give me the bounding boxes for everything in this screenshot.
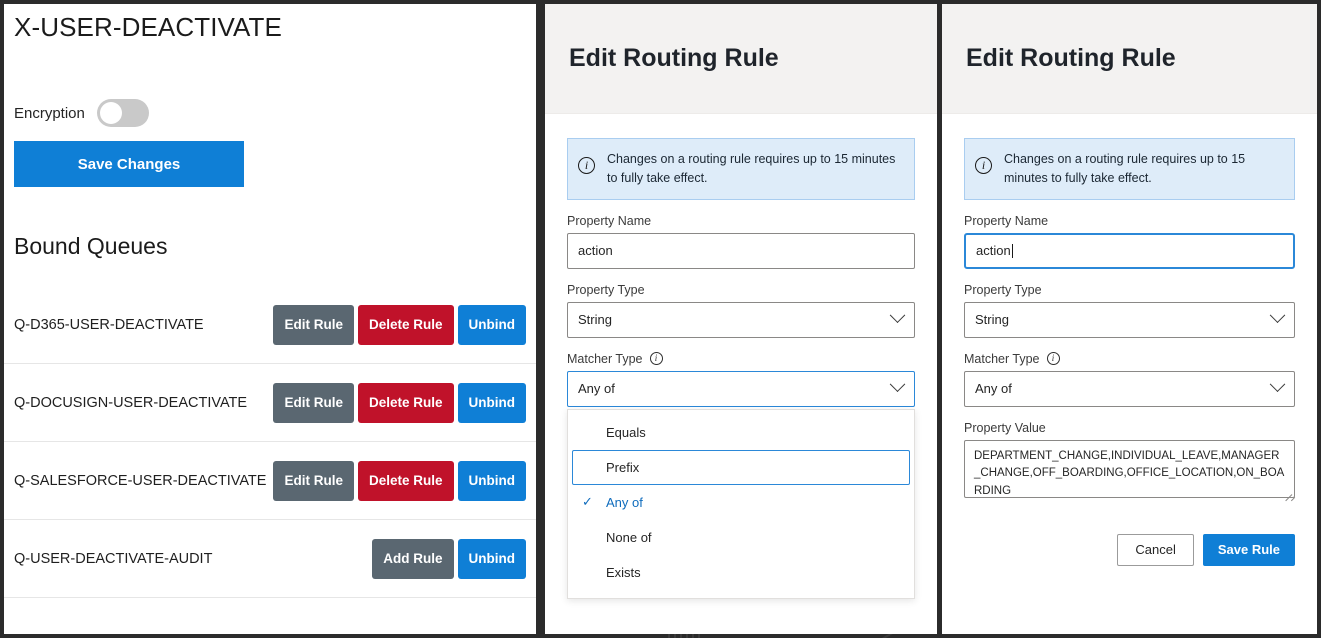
check-icon: ✓ [582, 494, 593, 509]
cancel-button[interactable]: Cancel [1117, 533, 1194, 566]
property-value-textarea[interactable]: DEPARTMENT_CHANGE,INDIVIDUAL_LEAVE,MANAG… [964, 439, 1295, 498]
dropdown-option-prefix[interactable]: ✓ Prefix [572, 449, 910, 485]
row-actions: Edit Rule Delete Rule Unbind [273, 304, 526, 345]
property-type-value: String [975, 312, 1009, 327]
matcher-type-value: Any of [578, 381, 615, 396]
encryption-setting-row: Encryption [4, 99, 536, 127]
property-value-label: Property Value [964, 420, 1046, 435]
dropdown-option-label: None of [606, 529, 652, 545]
dropdown-option-exists[interactable]: ✓ Exists [572, 555, 910, 590]
matcher-type-select[interactable]: Any of [964, 370, 1295, 407]
property-value-wrapper: DEPARTMENT_CHANGE,INDIVIDUAL_LEAVE,MANAG… [964, 439, 1295, 498]
info-banner: i Changes on a routing rule requires up … [567, 138, 915, 200]
dialog-body: i Changes on a routing rule requires up … [942, 114, 1317, 634]
info-circle-icon[interactable]: i [1046, 352, 1060, 365]
matcher-type-label: Matcher Type i [567, 352, 915, 366]
queue-name: Q-USER-DEACTIVATE-AUDIT [14, 550, 213, 567]
unbind-button[interactable]: Unbind [457, 382, 526, 423]
property-name-label: Property Name [567, 213, 652, 228]
table-row: Q-DOCUSIGN-USER-DEACTIVATE Edit Rule Del… [4, 364, 536, 442]
dropdown-option-none-of[interactable]: ✓ None of [572, 520, 910, 555]
save-rule-button[interactable]: Save Rule [1202, 533, 1295, 566]
text-cursor [1011, 243, 1013, 258]
dialog-title: Edit Routing Rule [966, 44, 1176, 72]
matcher-type-label-text: Matcher Type [567, 351, 643, 366]
chevron-down-icon [889, 307, 906, 324]
property-name-input[interactable]: action [964, 232, 1295, 269]
unbind-button[interactable]: Unbind [457, 538, 526, 579]
table-row: Q-USER-DEACTIVATE-AUDIT Add Rule Unbind [4, 520, 536, 598]
chevron-down-icon [889, 376, 906, 393]
info-banner-text: Changes on a routing rule requires up to… [607, 152, 896, 185]
delete-rule-button[interactable]: Delete Rule [357, 382, 454, 423]
dropdown-option-label: Prefix [606, 459, 640, 475]
chevron-down-icon [1269, 376, 1286, 393]
property-type-select[interactable]: String [567, 301, 915, 338]
unbind-button[interactable]: Unbind [457, 304, 526, 345]
add-rule-button[interactable]: Add Rule [372, 538, 454, 579]
row-actions: Edit Rule Delete Rule Unbind [273, 382, 526, 423]
edit-rule-button[interactable]: Edit Rule [273, 460, 354, 501]
exchange-detail-panel: X-USER-DEACTIVATE Encryption Save Change… [4, 4, 536, 634]
save-changes-button[interactable]: Save Changes [14, 141, 244, 187]
row-actions: Add Rule Unbind [372, 538, 526, 579]
queue-name: Q-D365-USER-DEACTIVATE [14, 316, 204, 333]
row-actions: Edit Rule Delete Rule Unbind [273, 460, 526, 501]
property-type-select[interactable]: String [964, 301, 1295, 338]
queue-name: Q-SALESFORCE-USER-DEACTIVATE [14, 472, 267, 489]
table-row: Q-D365-USER-DEACTIVATE Edit Rule Delete … [4, 286, 536, 364]
matcher-type-label: Matcher Type i [964, 352, 1295, 366]
matcher-type-value: Any of [975, 381, 1012, 396]
page-title: X-USER-DEACTIVATE [14, 12, 282, 42]
dropdown-option-label: Equals [606, 424, 646, 440]
dropdown-option-any-of[interactable]: ✓ Any of [572, 485, 910, 520]
matcher-type-dropdown-list: ✓ Equals ✓ Prefix ✓ Any of ✓ None of ✓ [567, 408, 915, 599]
encryption-label: Encryption [14, 104, 85, 122]
chevron-down-icon [1269, 307, 1286, 324]
queue-name: Q-DOCUSIGN-USER-DEACTIVATE [14, 394, 248, 411]
info-circle-icon: i [975, 157, 992, 174]
property-name-value: action [976, 243, 1011, 258]
bound-queues-heading: Bound Queues [14, 233, 168, 259]
property-type-value: String [578, 312, 612, 327]
dropdown-option-label: Exists [606, 564, 641, 580]
toggle-knob [99, 102, 122, 124]
delete-rule-button[interactable]: Delete Rule [357, 304, 454, 345]
screen-stage: X-USER-DEACTIVATE Encryption Save Change… [0, 0, 1321, 638]
property-name-label: Property Name [964, 213, 1049, 228]
property-type-label: Property Type [964, 282, 1042, 297]
edit-routing-rule-dialog-filled: Edit Routing Rule i Changes on a routing… [942, 4, 1317, 634]
unbind-button[interactable]: Unbind [457, 460, 526, 501]
edit-rule-button[interactable]: Edit Rule [273, 304, 354, 345]
dialog-title: Edit Routing Rule [569, 44, 779, 72]
dropdown-option-label: Any of [606, 494, 643, 510]
property-type-label: Property Type [567, 282, 645, 297]
delete-rule-button[interactable]: Delete Rule [357, 460, 454, 501]
bound-queues-list: Q-D365-USER-DEACTIVATE Edit Rule Delete … [4, 286, 536, 598]
property-name-input[interactable] [567, 232, 915, 269]
info-circle-icon: i [578, 157, 595, 174]
info-banner-text: Changes on a routing rule requires up to… [1004, 152, 1246, 185]
info-circle-icon[interactable]: i [649, 352, 663, 365]
dialog-footer-actions: Cancel Save Rule [964, 533, 1295, 566]
edit-routing-rule-dialog-dropdown-open: Edit Routing Rule i Changes on a routing… [545, 4, 937, 634]
info-banner: i Changes on a routing rule requires up … [964, 138, 1295, 200]
table-row: Q-SALESFORCE-USER-DEACTIVATE Edit Rule D… [4, 442, 536, 520]
dialog-header: Edit Routing Rule [545, 4, 937, 114]
dialog-header: Edit Routing Rule [942, 4, 1317, 114]
matcher-type-label-text: Matcher Type [964, 351, 1040, 366]
dropdown-option-equals[interactable]: ✓ Equals [572, 415, 910, 450]
matcher-type-select[interactable]: Any of [567, 370, 915, 407]
edit-rule-button[interactable]: Edit Rule [273, 382, 354, 423]
dialog-body: i Changes on a routing rule requires up … [545, 114, 937, 634]
encryption-toggle[interactable] [96, 99, 149, 127]
